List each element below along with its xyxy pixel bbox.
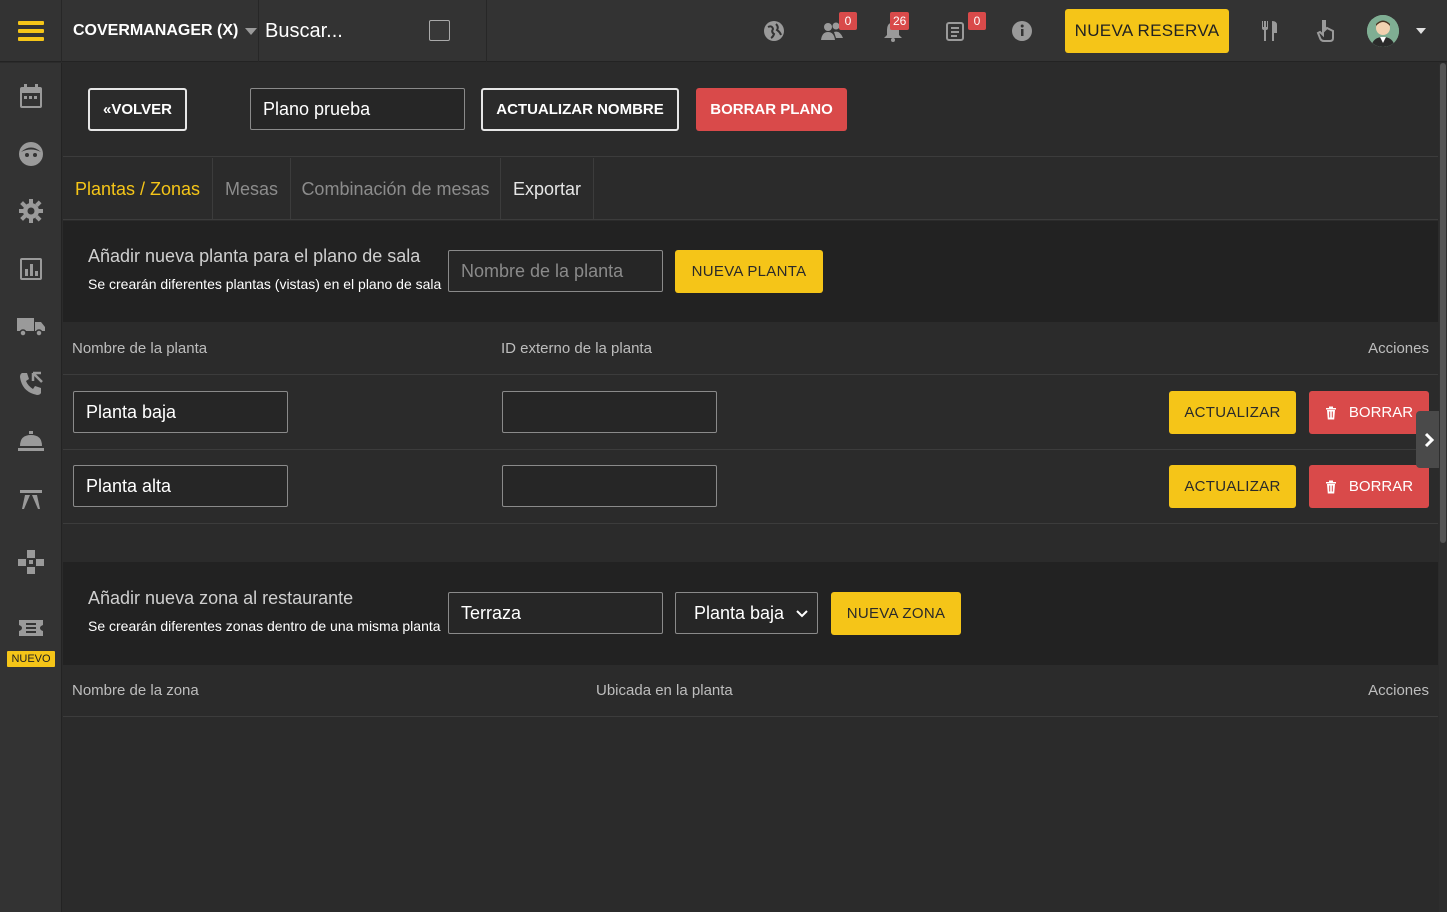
new-floor-title: Añadir nueva planta para el plano de sal…	[88, 246, 421, 266]
calendar-icon[interactable]	[0, 76, 62, 116]
service-bell-icon[interactable]	[0, 421, 62, 461]
menu-icon[interactable]	[0, 0, 62, 62]
delete-floor-label: BORRAR	[1348, 478, 1414, 495]
people-icon[interactable]: 0	[817, 12, 857, 46]
top-bar: COVERMANAGER (X) Buscar... 0 26 0 NUEVA …	[0, 0, 1447, 62]
search-checkbox[interactable]	[429, 20, 450, 41]
chevron-right-icon	[1424, 432, 1434, 447]
delete-plan-button[interactable]: BORRAR PLANO	[696, 88, 847, 131]
tab-exportar[interactable]: Exportar	[501, 158, 594, 220]
new-floor-name-input[interactable]	[448, 250, 663, 292]
delete-floor-button[interactable]: BORRAR	[1309, 465, 1429, 508]
list-icon[interactable]: 0	[940, 12, 986, 46]
back-button[interactable]: «VOLVER	[88, 88, 187, 131]
hand-pointer-icon[interactable]	[1311, 16, 1341, 46]
update-name-button[interactable]: ACTUALIZAR NOMBRE	[481, 88, 679, 131]
new-floor-button[interactable]: NUEVA PLANTA	[675, 250, 823, 293]
new-zone-panel: Añadir nueva zona al restaurante Se crea…	[63, 562, 1438, 665]
floor-external-id-header: ID externo de la planta	[501, 340, 652, 357]
ticket-icon[interactable]	[0, 608, 62, 648]
list-badge: 0	[968, 12, 986, 30]
plan-toolbar: «VOLVER ACTUALIZAR NOMBRE BORRAR PLANO	[63, 63, 1438, 157]
new-floor-subtitle: Se crearán diferentes plantas (vistas) e…	[88, 276, 442, 292]
new-zone-subtitle: Se crearán diferentes zonas dentro de un…	[88, 618, 441, 634]
restaurant-selector[interactable]: COVERMANAGER (X)	[62, 0, 259, 62]
new-zone-title: Añadir nueva zona al restaurante	[88, 588, 354, 608]
phone-icon[interactable]	[0, 364, 62, 404]
table-row: ACTUALIZAR BORRAR	[63, 376, 1438, 450]
zone-floor-select-value: Planta baja	[694, 602, 785, 623]
plan-name-input[interactable]	[250, 88, 465, 130]
new-feature-badge: NUEVO	[7, 651, 55, 667]
floor-external-id-input[interactable]	[502, 465, 717, 507]
gamepad-icon[interactable]	[0, 542, 62, 582]
floors-table-header: Nombre de la planta ID externo de la pla…	[63, 322, 1438, 375]
user-avatar[interactable]	[1367, 15, 1399, 47]
restaurant-name: COVERMANAGER (X)	[73, 22, 239, 39]
globe-icon[interactable]	[759, 16, 789, 46]
tab-plantas-zonas[interactable]: Plantas / Zonas	[63, 158, 213, 220]
new-floor-panel: Añadir nueva planta para el plano de sal…	[63, 221, 1438, 322]
sidebar: NUEVO	[0, 63, 62, 912]
tab-bar: Plantas / Zonas Mesas Combinación de mes…	[63, 158, 1438, 220]
table-row: ACTUALIZAR BORRAR	[63, 450, 1438, 524]
user-menu-caret-icon[interactable]	[1416, 28, 1426, 34]
new-zone-name-input[interactable]	[448, 592, 663, 634]
zone-name-header: Nombre de la zona	[72, 682, 199, 699]
tab-combinacion-mesas[interactable]: Combinación de mesas	[291, 158, 501, 220]
update-floor-button[interactable]: ACTUALIZAR	[1169, 391, 1296, 434]
search-box[interactable]: Buscar...	[259, 0, 487, 62]
floor-name-header: Nombre de la planta	[72, 340, 208, 357]
new-zone-button[interactable]: NUEVA ZONA	[831, 592, 961, 635]
chevron-down-icon	[796, 610, 808, 618]
trash-icon	[1325, 406, 1336, 419]
bell-icon[interactable]: 26	[878, 12, 910, 46]
search-input[interactable]: Buscar...	[265, 20, 343, 43]
info-icon[interactable]	[1007, 16, 1037, 46]
side-panel-toggle[interactable]	[1416, 411, 1441, 468]
update-floor-button[interactable]: ACTUALIZAR	[1169, 465, 1296, 508]
delivery-truck-icon[interactable]	[0, 306, 62, 346]
delete-floor-button[interactable]: BORRAR	[1309, 391, 1429, 434]
scrollbar[interactable]	[1439, 63, 1447, 912]
gear-icon[interactable]	[0, 191, 62, 231]
bell-badge: 26	[890, 12, 910, 30]
chevron-down-icon	[245, 27, 258, 35]
restaurant-utensils-icon[interactable]	[1254, 16, 1284, 46]
scrollbar-thumb[interactable]	[1440, 63, 1446, 543]
zones-table-header: Nombre de la zona Ubicada en la planta A…	[63, 664, 1438, 717]
delete-floor-label: BORRAR	[1348, 404, 1414, 421]
new-reservation-button[interactable]: NUEVA RESERVA	[1065, 9, 1229, 53]
floor-name-input[interactable]	[73, 465, 288, 507]
floor-name-input[interactable]	[73, 391, 288, 433]
floor-actions-header: Acciones	[1368, 340, 1429, 357]
people-badge: 0	[839, 12, 857, 30]
trash-icon	[1325, 480, 1336, 493]
tab-mesas[interactable]: Mesas	[213, 158, 291, 220]
table-icon[interactable]	[0, 479, 62, 519]
zone-floor-header: Ubicada en la planta	[596, 682, 733, 699]
main-content: «VOLVER ACTUALIZAR NOMBRE BORRAR PLANO P…	[63, 63, 1438, 912]
guest-face-icon[interactable]	[0, 134, 62, 174]
zone-actions-header: Acciones	[1368, 682, 1429, 699]
floor-external-id-input[interactable]	[502, 391, 717, 433]
stats-icon[interactable]	[0, 249, 62, 289]
zone-floor-select[interactable]: Planta baja	[675, 592, 818, 634]
